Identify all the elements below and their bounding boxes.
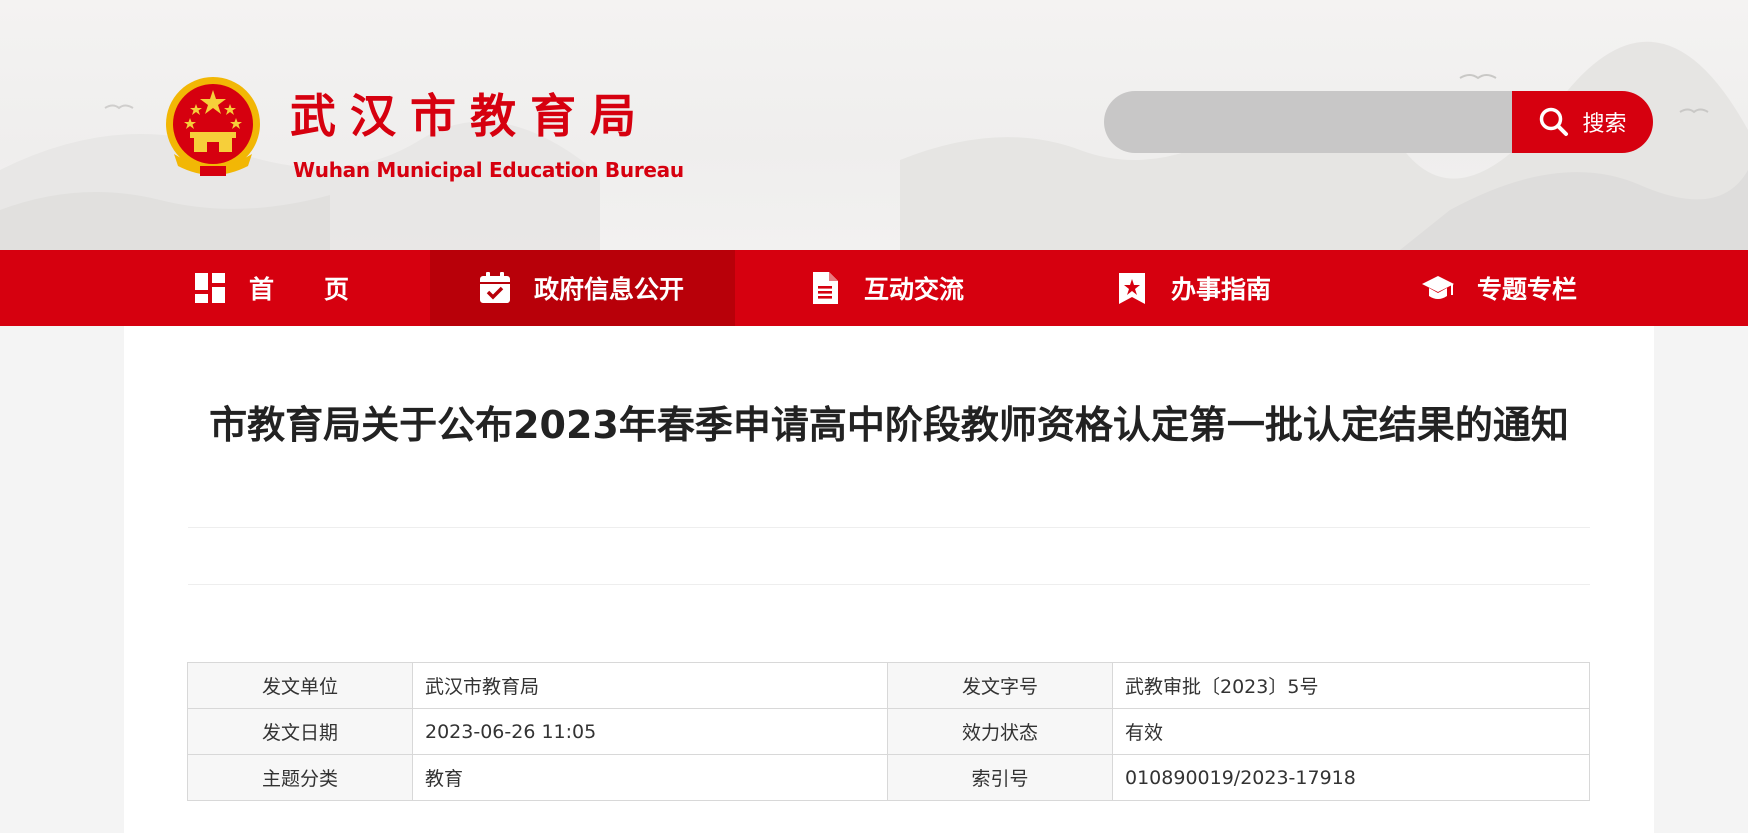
- meta-value: 武汉市教育局: [412, 662, 888, 709]
- national-emblem-logo: [166, 77, 260, 176]
- meta-value: 2023-06-26 11:05: [412, 708, 888, 755]
- nav-item-label: 专题专栏: [1477, 275, 1578, 304]
- site-header: 武汉市教育局 Wuhan Municipal Education Bureau …: [0, 0, 1748, 250]
- table-row: 主题分类 教育 索引号 010890019/2023-17918: [187, 754, 1590, 801]
- meta-key: 主题分类: [187, 754, 413, 801]
- calendar-check-icon: [478, 271, 512, 305]
- search-input[interactable]: [1104, 91, 1516, 153]
- site-name-english: Wuhan Municipal Education Bureau: [293, 158, 684, 182]
- meta-value: 武教审批〔2023〕5号: [1112, 662, 1590, 709]
- nav-item-label: 首 页: [249, 275, 350, 304]
- meta-key: 发文单位: [187, 662, 413, 709]
- table-row: 发文日期 2023-06-26 11:05 效力状态 有效: [187, 708, 1590, 755]
- graduation-cap-icon: [1421, 271, 1455, 305]
- document-icon: [808, 271, 842, 305]
- search-button[interactable]: 搜索: [1512, 91, 1653, 153]
- meta-key: 发文字号: [887, 662, 1113, 709]
- table-row: 发文单位 武汉市教育局 发文字号 武教审批〔2023〕5号: [187, 662, 1590, 709]
- meta-key: 效力状态: [887, 708, 1113, 755]
- search-icon: [1540, 107, 1569, 136]
- nav-item-interaction[interactable]: 互动交流: [808, 250, 964, 326]
- nav-item-label: 办事指南: [1171, 275, 1272, 304]
- nav-item-label: 政府信息公开: [534, 275, 685, 304]
- meta-key: 发文日期: [187, 708, 413, 755]
- divider: [188, 584, 1590, 585]
- nav-item-home[interactable]: 首 页: [193, 250, 349, 326]
- meta-key: 索引号: [887, 754, 1113, 801]
- article-panel: 市教育局关于公布2023年春季申请高中阶段教师资格认定第一批认定结果的通知 发文…: [124, 326, 1654, 833]
- divider: [188, 527, 1590, 528]
- article-title: 市教育局关于公布2023年春季申请高中阶段教师资格认定第一批认定结果的通知: [209, 403, 1569, 447]
- nav-item-special[interactable]: 专题专栏: [1421, 250, 1577, 326]
- nav-item-gov-info[interactable]: 政府信息公开: [430, 250, 735, 326]
- meta-value: 010890019/2023-17918: [1112, 754, 1590, 801]
- home-grid-icon: [193, 271, 227, 305]
- meta-value: 教育: [412, 754, 888, 801]
- bookmark-star-icon: [1115, 271, 1149, 305]
- nav-item-label: 互动交流: [864, 275, 965, 304]
- site-name: 武汉市教育局: [290, 89, 650, 143]
- nav-item-guide[interactable]: 办事指南: [1115, 250, 1271, 326]
- document-meta-table: 发文单位 武汉市教育局 发文字号 武教审批〔2023〕5号 发文日期 2023-…: [187, 662, 1590, 801]
- search-button-label: 搜索: [1582, 112, 1627, 137]
- main-nav: 首 页 政府信息公开 互动交流 办事指南 专题专栏: [0, 250, 1748, 326]
- meta-value: 有效: [1112, 708, 1590, 755]
